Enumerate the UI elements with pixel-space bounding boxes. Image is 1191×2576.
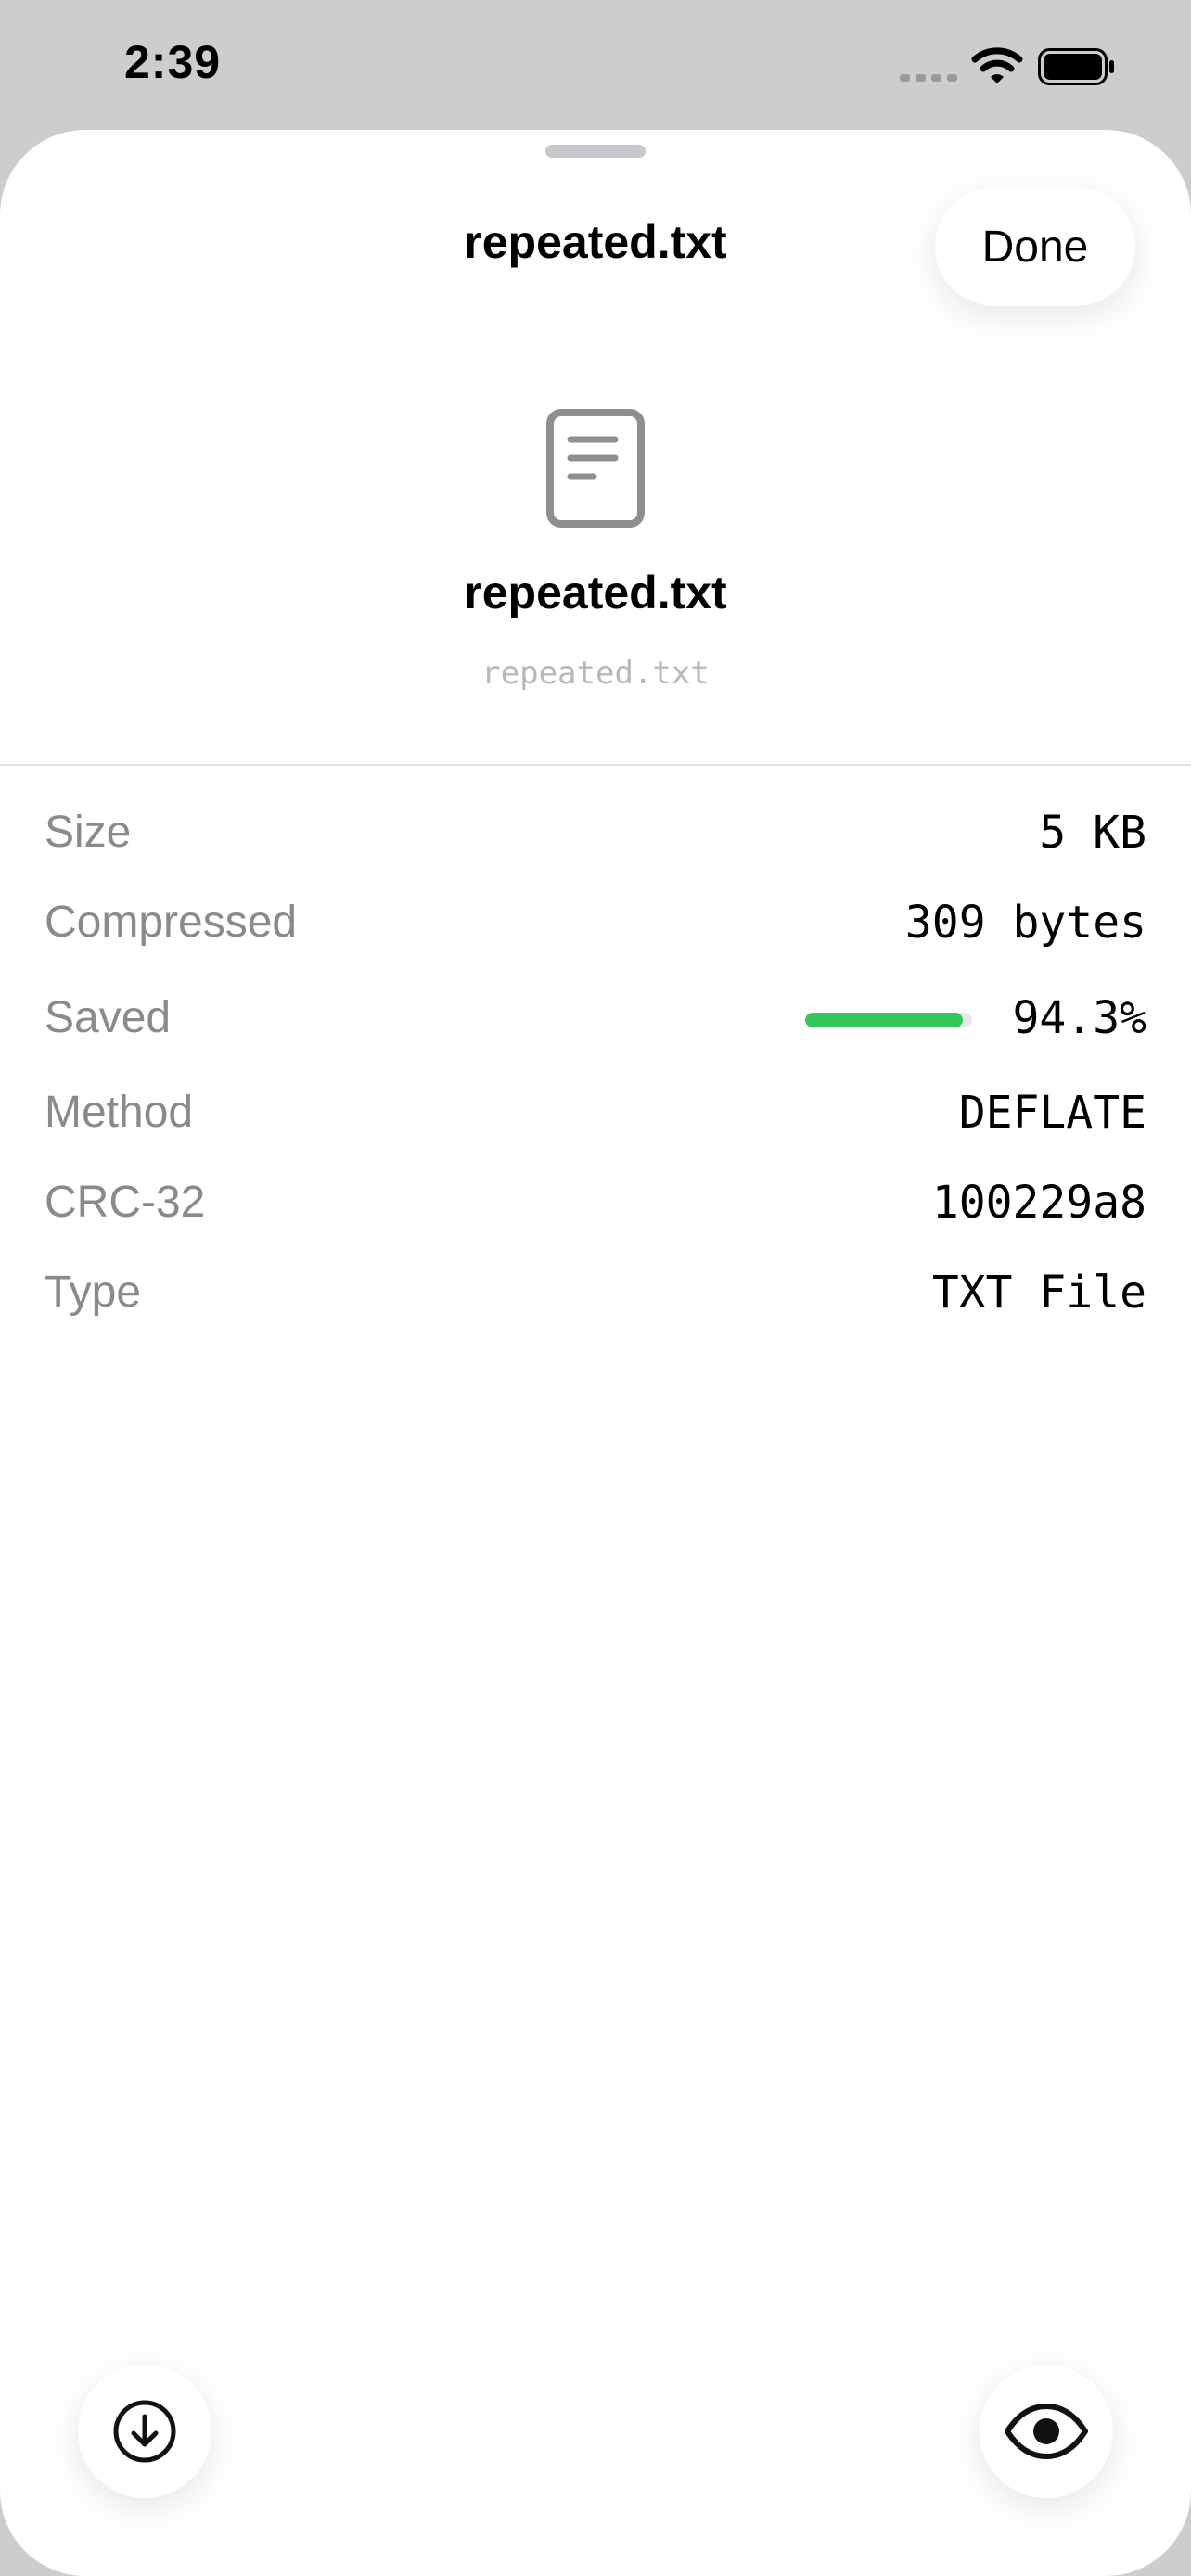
document-icon [546,409,645,528]
preview-button[interactable] [980,2365,1113,2498]
crc-label: CRC-32 [45,1178,206,1227]
compressed-value: 309 bytes [904,897,1146,949]
info-row-saved: Saved 94.3% [45,981,1146,1055]
status-bar: 2:39 [0,0,1191,130]
download-button[interactable] [78,2365,211,2498]
info-row-compressed: Compressed 309 bytes [45,886,1146,960]
crc-value: 100229a8 [931,1177,1146,1229]
type-label: Type [45,1268,142,1317]
done-button[interactable]: Done [935,187,1135,306]
info-row-size: Size 5 KB [45,796,1146,870]
info-row-crc: CRC-32 100229a8 [45,1166,1146,1240]
status-time: 2:39 [124,36,222,88]
saved-progress-fill [805,1013,963,1027]
wifi-icon [971,47,1023,83]
file-info-sheet: repeated.txt Done repeated.txt repeated.… [0,130,1191,2576]
eye-icon [1005,2404,1088,2459]
file-name: repeated.txt [464,567,727,618]
method-label: Method [45,1088,194,1137]
download-icon [113,2400,176,2463]
cellular-signal-icon [900,74,957,82]
file-path: repeated.txt [481,655,710,692]
saved-label: Saved [45,993,172,1042]
compressed-label: Compressed [45,898,298,947]
sheet-grabber[interactable] [545,145,646,158]
method-value: DEFLATE [958,1087,1146,1139]
size-label: Size [45,808,132,857]
size-value: 5 KB [1039,807,1146,859]
info-row-type: Type TXT File [45,1256,1146,1330]
saved-progress-bar [805,1013,972,1027]
info-row-method: Method DEFLATE [45,1076,1146,1150]
saved-value: 94.3% [1012,992,1147,1044]
divider [0,764,1191,766]
type-value: TXT File [931,1267,1146,1319]
battery-icon [1038,48,1114,85]
